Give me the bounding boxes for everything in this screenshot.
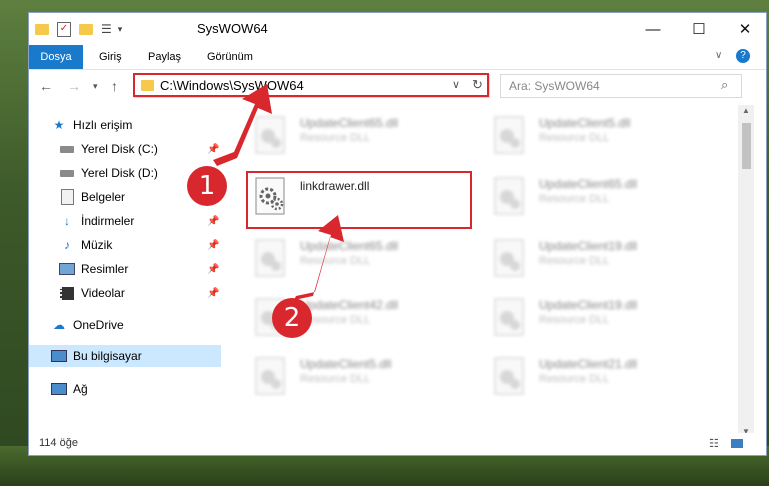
arrow-2 [294,215,344,300]
arrow-1 [213,84,272,166]
annotation-arrows [213,84,344,300]
step-badge-1: 1 [187,166,227,206]
step-badge-2: 2 [272,298,312,338]
